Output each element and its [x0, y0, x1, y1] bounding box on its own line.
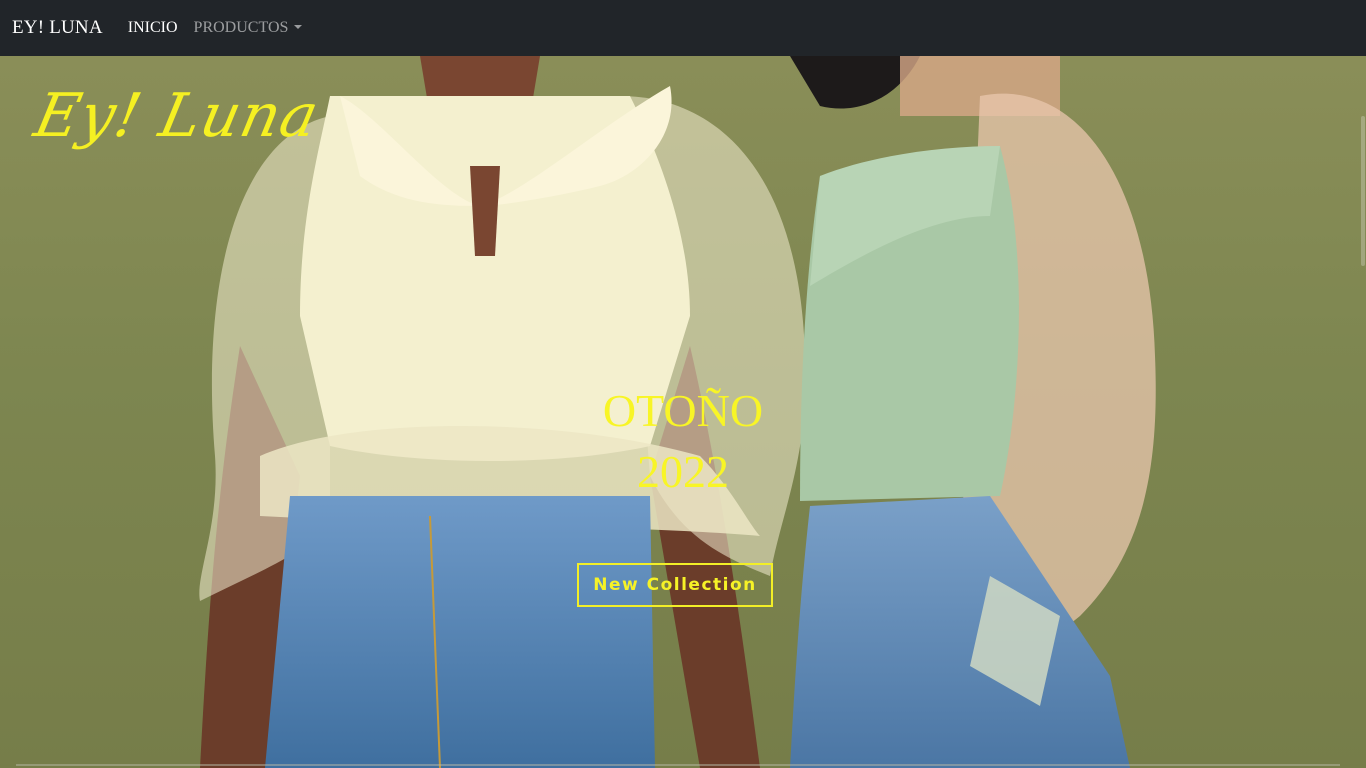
new-collection-button[interactable]: New Collection: [577, 563, 773, 607]
chevron-down-icon: [294, 25, 303, 29]
hero-script-logo: Ey! Luna: [28, 81, 326, 151]
hero-banner: Ey! Luna OTOÑO 2022 New Collection: [0, 56, 1366, 768]
brand-link[interactable]: EY! LUNA: [12, 17, 103, 39]
top-navbar: EY! LUNA INICIO PRODUCTOS: [0, 0, 1366, 56]
hero-title-line-2: 2022: [637, 446, 729, 497]
nav-link-productos-label: PRODUCTOS: [193, 19, 289, 36]
hero-title: OTOÑO 2022: [533, 380, 833, 502]
page-scrollbar[interactable]: [1358, 56, 1366, 768]
nav-link-productos-dropdown[interactable]: PRODUCTOS: [194, 19, 303, 37]
hero-title-line-1: OTOÑO: [602, 385, 764, 436]
nav-link-inicio[interactable]: INICIO: [128, 19, 178, 37]
scrollbar-thumb[interactable]: [1361, 116, 1365, 266]
